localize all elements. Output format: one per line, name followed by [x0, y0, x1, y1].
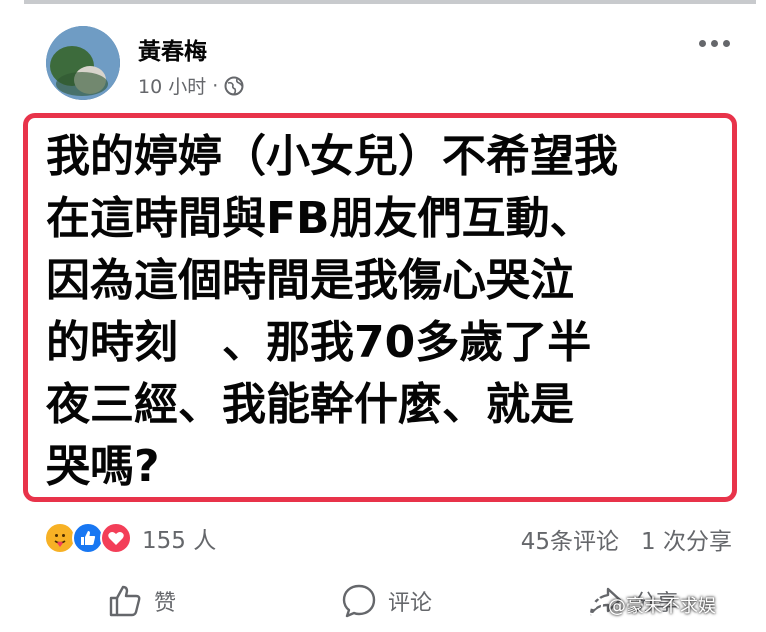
- author-name[interactable]: 黃春梅: [138, 32, 207, 66]
- more-options-icon[interactable]: [699, 40, 730, 47]
- comment-count[interactable]: 45条评论: [521, 522, 619, 556]
- avatar-image: [46, 26, 120, 100]
- like-label: 赞: [154, 591, 177, 616]
- post-header: 黃春梅 10 小时 ·: [46, 22, 746, 102]
- reactions-summary[interactable]: 155 人: [44, 518, 216, 558]
- globe-icon[interactable]: [224, 76, 244, 96]
- share-count[interactable]: 1 次分享: [641, 522, 732, 556]
- love-icon: [100, 522, 132, 554]
- watermark-logo-icon: [583, 595, 603, 615]
- meta-separator: ·: [212, 74, 219, 97]
- comment-label: 评论: [388, 591, 433, 616]
- post-time[interactable]: 10 小时: [138, 72, 206, 99]
- top-divider: [24, 0, 756, 4]
- post-text: 我的婷婷（小女兒）不希望我 在這時間與FB朋友們互動、 因為這個時間是我傷心哭泣…: [46, 131, 618, 492]
- comment-button[interactable]: 评论: [340, 582, 432, 620]
- like-button[interactable]: 赞: [106, 582, 176, 620]
- avatar[interactable]: [46, 26, 120, 100]
- reaction-icons: [44, 520, 136, 556]
- post-stats: 45条评论 1 次分享: [521, 522, 732, 556]
- post-meta: 10 小时 ·: [138, 72, 244, 99]
- reaction-count[interactable]: 155 人: [142, 521, 216, 555]
- thumbs-up-icon: [109, 585, 141, 617]
- watermark: @豪末不求娱: [582, 592, 716, 618]
- watermark-text: @豪末不求娱: [608, 596, 716, 617]
- post-content-box: 我的婷婷（小女兒）不希望我 在這時間與FB朋友們互動、 因為這個時間是我傷心哭泣…: [23, 113, 737, 502]
- comment-icon: [342, 584, 376, 618]
